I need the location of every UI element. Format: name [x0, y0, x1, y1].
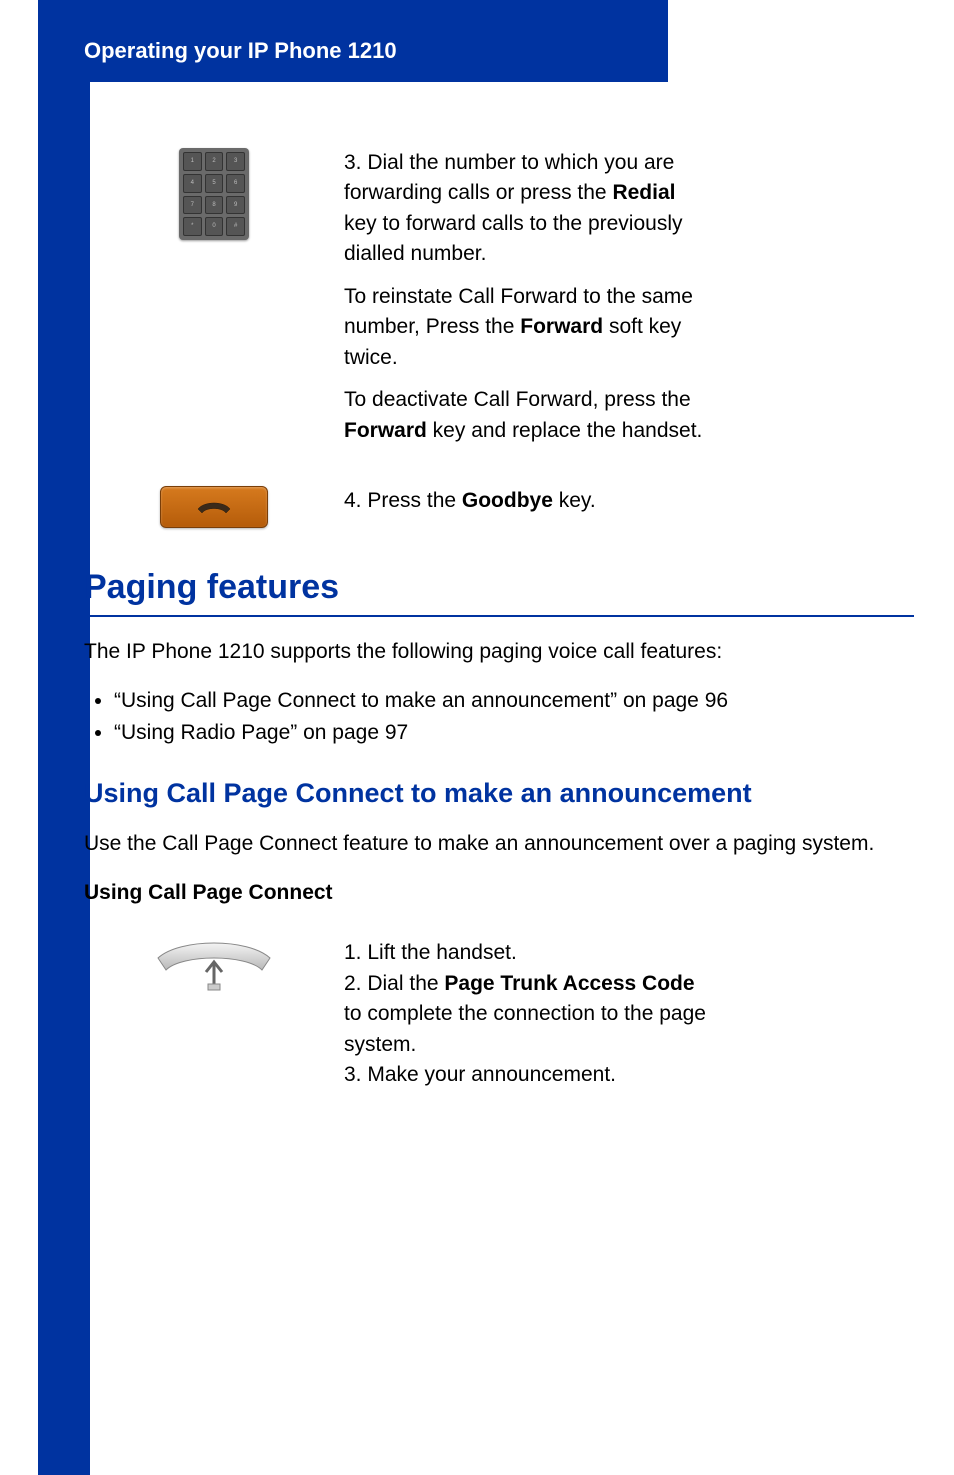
- key-2: 2: [205, 152, 224, 171]
- keypad-icon: 1 2 3 4 5 6 7 8 9 * 0 #: [179, 148, 249, 240]
- spacer: [344, 270, 894, 282]
- key-7: 7: [183, 196, 202, 215]
- key-star: *: [183, 217, 202, 236]
- icon-col-goodbye: [84, 486, 344, 528]
- line: 3. Make your announcement.: [344, 1060, 894, 1090]
- line: dialled number.: [344, 239, 894, 269]
- key-hash: #: [226, 217, 245, 236]
- content-area: 1 2 3 4 5 6 7 8 9 * 0 # 3. Dial the numb…: [84, 82, 954, 1475]
- icon-col-keypad: 1 2 3 4 5 6 7 8 9 * 0 #: [84, 148, 344, 240]
- line: forwarding calls or press the Redial: [344, 178, 894, 208]
- line: Forward key and replace the handset.: [344, 416, 894, 446]
- bullet-item: “Using Call Page Connect to make an anno…: [114, 685, 914, 717]
- step-row-dial: 1 2 3 4 5 6 7 8 9 * 0 # 3. Dial the numb…: [84, 148, 954, 446]
- heading-paging-features: Paging features: [84, 568, 914, 617]
- paging-bullets: “Using Call Page Connect to make an anno…: [114, 685, 914, 748]
- line: 3. Dial the number to which you are: [344, 148, 894, 178]
- line: to complete the connection to the page: [344, 999, 894, 1029]
- line: 4. Press the Goodbye key.: [344, 486, 894, 516]
- key-9: 9: [226, 196, 245, 215]
- goodbye-key-icon: [160, 486, 268, 528]
- cpc-intro: Use the Call Page Connect feature to mak…: [84, 829, 914, 859]
- left-blue-strip: [38, 0, 90, 1475]
- document-page: Operating your IP Phone 1210 1 2 3 4 5 6…: [0, 0, 954, 1475]
- paging-intro: The IP Phone 1210 supports the following…: [84, 637, 914, 667]
- icon-col-handset: [84, 938, 344, 994]
- key-3: 3: [226, 152, 245, 171]
- spacer: [344, 373, 894, 385]
- line: system.: [344, 1030, 894, 1060]
- page-number: 96: [96, 1407, 120, 1433]
- key-5: 5: [205, 174, 224, 193]
- line: twice.: [344, 343, 894, 373]
- bullet-item: “Using Radio Page” on page 97: [114, 717, 914, 749]
- key-8: 8: [205, 196, 224, 215]
- line: number, Press the Forward soft key: [344, 312, 894, 342]
- header-bar: Operating your IP Phone 1210: [38, 0, 668, 82]
- step-goodbye-text: 4. Press the Goodbye key.: [344, 486, 954, 516]
- line: 1. Lift the handset.: [344, 938, 894, 968]
- key-1: 1: [183, 152, 202, 171]
- step-lift-text: 1. Lift the handset. 2. Dial the Page Tr…: [344, 938, 954, 1090]
- key-0: 0: [205, 217, 224, 236]
- step-row-lift-handset: 1. Lift the handset. 2. Dial the Page Tr…: [84, 938, 954, 1090]
- handset-down-icon: [196, 497, 232, 517]
- step-row-goodbye: 4. Press the Goodbye key.: [84, 486, 954, 528]
- procedure-title: Using Call Page Connect: [84, 878, 914, 908]
- line: To reinstate Call Forward to the same: [344, 282, 894, 312]
- line: key to forward calls to the previously: [344, 209, 894, 239]
- step-dial-text: 3. Dial the number to which you are forw…: [344, 148, 954, 446]
- lift-handset-icon: [150, 938, 278, 994]
- line: 2. Dial the Page Trunk Access Code: [344, 969, 894, 999]
- key-4: 4: [183, 174, 202, 193]
- key-6: 6: [226, 174, 245, 193]
- header-title: Operating your IP Phone 1210: [84, 38, 397, 64]
- line: To deactivate Call Forward, press the: [344, 385, 894, 415]
- heading-call-page-connect: Using Call Page Connect to make an annou…: [84, 778, 914, 809]
